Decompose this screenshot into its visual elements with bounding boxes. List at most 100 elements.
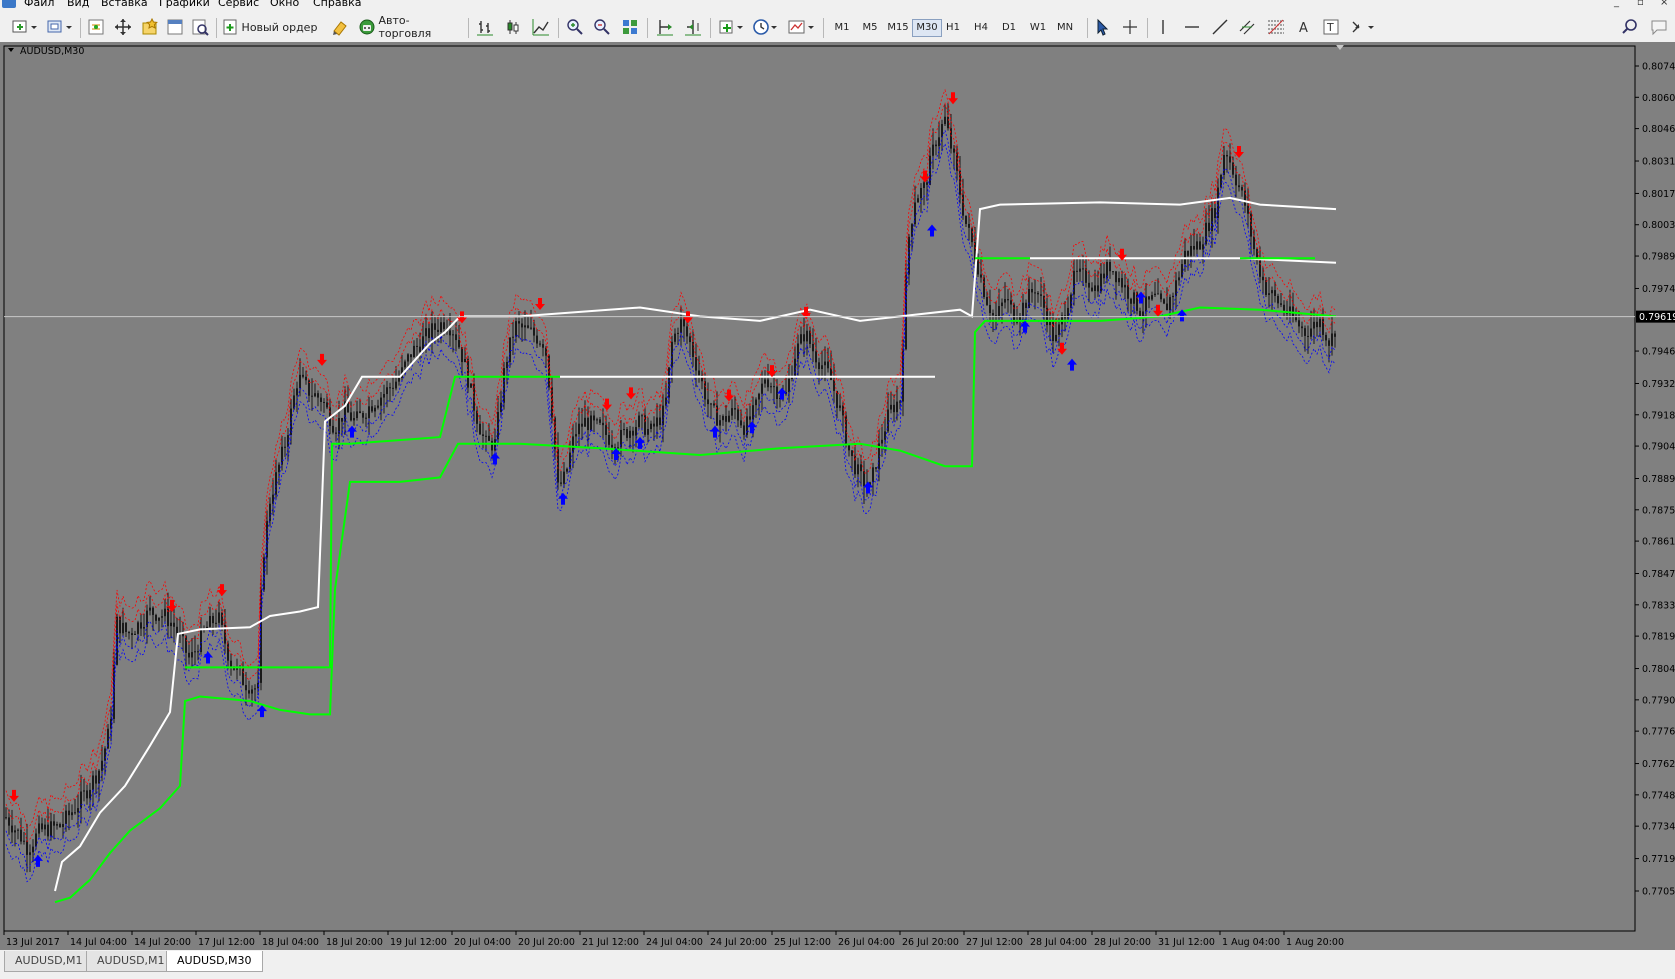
candle-body: [8, 817, 10, 826]
candle-body: [47, 824, 49, 837]
candle-body: [194, 651, 196, 653]
restore-icon[interactable]: ▫: [1637, 0, 1644, 8]
timeframe-m5[interactable]: M5: [860, 20, 880, 36]
templates-button[interactable]: [787, 17, 817, 37]
menu-view[interactable]: Вид: [67, 0, 89, 9]
candle-body: [278, 464, 280, 473]
menu-tools[interactable]: Сервис: [218, 0, 259, 9]
candle-body: [683, 319, 685, 327]
horizontal-line-button[interactable]: [1182, 17, 1202, 37]
candle-body: [992, 313, 994, 316]
timeframe-h4[interactable]: H4: [971, 20, 991, 36]
candle-body: [1037, 292, 1039, 295]
menu-file[interactable]: Файл: [24, 0, 54, 9]
candle-body: [584, 417, 586, 427]
candle-body: [1313, 321, 1315, 329]
new-order-button[interactable]: Новый ордер: [222, 17, 318, 37]
chart-shift-button[interactable]: [655, 17, 675, 37]
profiles-button[interactable]: [45, 17, 73, 37]
menu-insert[interactable]: Вставка: [101, 0, 148, 9]
text-tool-button[interactable]: A: [1294, 17, 1314, 37]
bar-chart-button[interactable]: [475, 17, 495, 37]
menu-help[interactable]: Справка: [313, 0, 361, 9]
trendline-icon: [1212, 19, 1228, 35]
candle-body: [449, 330, 451, 336]
trendline-button[interactable]: [1210, 17, 1230, 37]
vertical-line-button[interactable]: [1153, 17, 1173, 37]
candle-body: [1133, 292, 1135, 304]
equidistant-channel-button[interactable]: [1238, 17, 1258, 37]
menu-window[interactable]: Окно: [270, 0, 299, 9]
meta-editor-button[interactable]: [330, 17, 350, 37]
timeframe-mn[interactable]: MN: [1053, 20, 1077, 36]
menu-charts[interactable]: Графики: [159, 0, 210, 9]
candle-body: [1082, 268, 1084, 270]
chart-tab-audusd-m1-b[interactable]: AUDUSD,M1: [86, 951, 176, 972]
candle-body: [104, 748, 106, 761]
minimize-icon[interactable]: _: [1614, 0, 1619, 8]
auto-scroll-button[interactable]: [683, 17, 703, 37]
crosshair-tool-button[interactable]: [1120, 17, 1140, 37]
chart-tab-audusd-m30[interactable]: AUDUSD,M30: [166, 951, 263, 972]
zoom-out-button[interactable]: [592, 17, 612, 37]
cursor-tool-button[interactable]: [1092, 17, 1112, 37]
candle-body: [1031, 289, 1033, 293]
chart-shift-marker-icon: [1336, 45, 1344, 50]
auto-trading-button[interactable]: Авто-торговля: [358, 14, 460, 40]
candle-body: [320, 397, 322, 402]
candle-body: [35, 833, 37, 847]
timeframe-h1[interactable]: H1: [943, 20, 963, 36]
candle-body: [968, 223, 970, 228]
periods-button[interactable]: [752, 17, 780, 37]
close-icon[interactable]: ×: [1660, 0, 1668, 8]
candle-body: [161, 616, 163, 618]
candle-body: [911, 224, 913, 237]
candle-body: [455, 334, 457, 341]
timeframe-m1[interactable]: M1: [832, 20, 852, 36]
lower-blue-band-outer: [5, 142, 1336, 883]
market-watch-button[interactable]: [86, 17, 106, 37]
app-icon[interactable]: [2, 0, 16, 8]
time-tick-label: 26 Jul 20:00: [902, 937, 959, 948]
candle-body: [1262, 276, 1264, 281]
chart-tab-audusd-m1-a[interactable]: AUDUSD,M1: [4, 951, 94, 972]
candle-body: [776, 386, 778, 399]
line-chart-button[interactable]: [531, 17, 551, 37]
candle-body: [1007, 299, 1009, 301]
signal-arrow-down-icon: [1153, 304, 1163, 317]
price-axis: 0.80740 0.80600 0.80460 0.80315 0.80170 0.800…: [1635, 62, 1675, 898]
timeframe-m30[interactable]: M30: [912, 19, 942, 37]
chat-button[interactable]: [1648, 17, 1670, 37]
new-chart-button[interactable]: [10, 17, 38, 37]
terminal-button[interactable]: [165, 17, 185, 37]
timeframe-m15[interactable]: M15: [885, 20, 911, 36]
zoom-in-button[interactable]: [565, 17, 585, 37]
candle-body: [1304, 328, 1306, 336]
strategy-tester-button[interactable]: [190, 17, 210, 37]
arrows-button[interactable]: [1348, 17, 1378, 37]
price-tick-label: 0.77050: [1642, 887, 1675, 898]
timeframe-w1[interactable]: W1: [1027, 20, 1049, 36]
indicators-icon: [719, 20, 743, 34]
indicators-button[interactable]: [718, 17, 746, 37]
chart-overlay: AUDUSD,M30: [3, 45, 1636, 932]
candle-body: [1310, 328, 1312, 337]
candle-body: [629, 430, 631, 438]
text-label-button[interactable]: T: [1321, 17, 1341, 37]
plot-frame: [3, 45, 1636, 932]
price-tick-label: 0.80030: [1642, 220, 1675, 231]
chart-window[interactable]: 0.80740 0.80600 0.80460 0.80315 0.80170 0.800…: [0, 42, 1675, 950]
search-button[interactable]: [1620, 17, 1640, 37]
time-tick-label: 31 Jul 12:00: [1158, 937, 1215, 948]
timeframe-d1[interactable]: D1: [999, 20, 1019, 36]
navigator-button[interactable]: [140, 17, 160, 37]
candlestick-button[interactable]: [503, 17, 523, 37]
price-chart[interactable]: 0.80740 0.80600 0.80460 0.80315 0.80170 0.800…: [0, 42, 1675, 950]
candle-body: [497, 411, 499, 440]
fibonacci-button[interactable]: [1266, 17, 1286, 37]
tile-windows-button[interactable]: [620, 17, 640, 37]
candle-body: [1190, 245, 1192, 256]
candle-body: [101, 760, 103, 771]
time-axis: 13 Jul 2017 14 Jul 04:00 14 Jul 20:00 17 Ju…: [3, 931, 1344, 948]
data-window-button[interactable]: [113, 17, 133, 37]
